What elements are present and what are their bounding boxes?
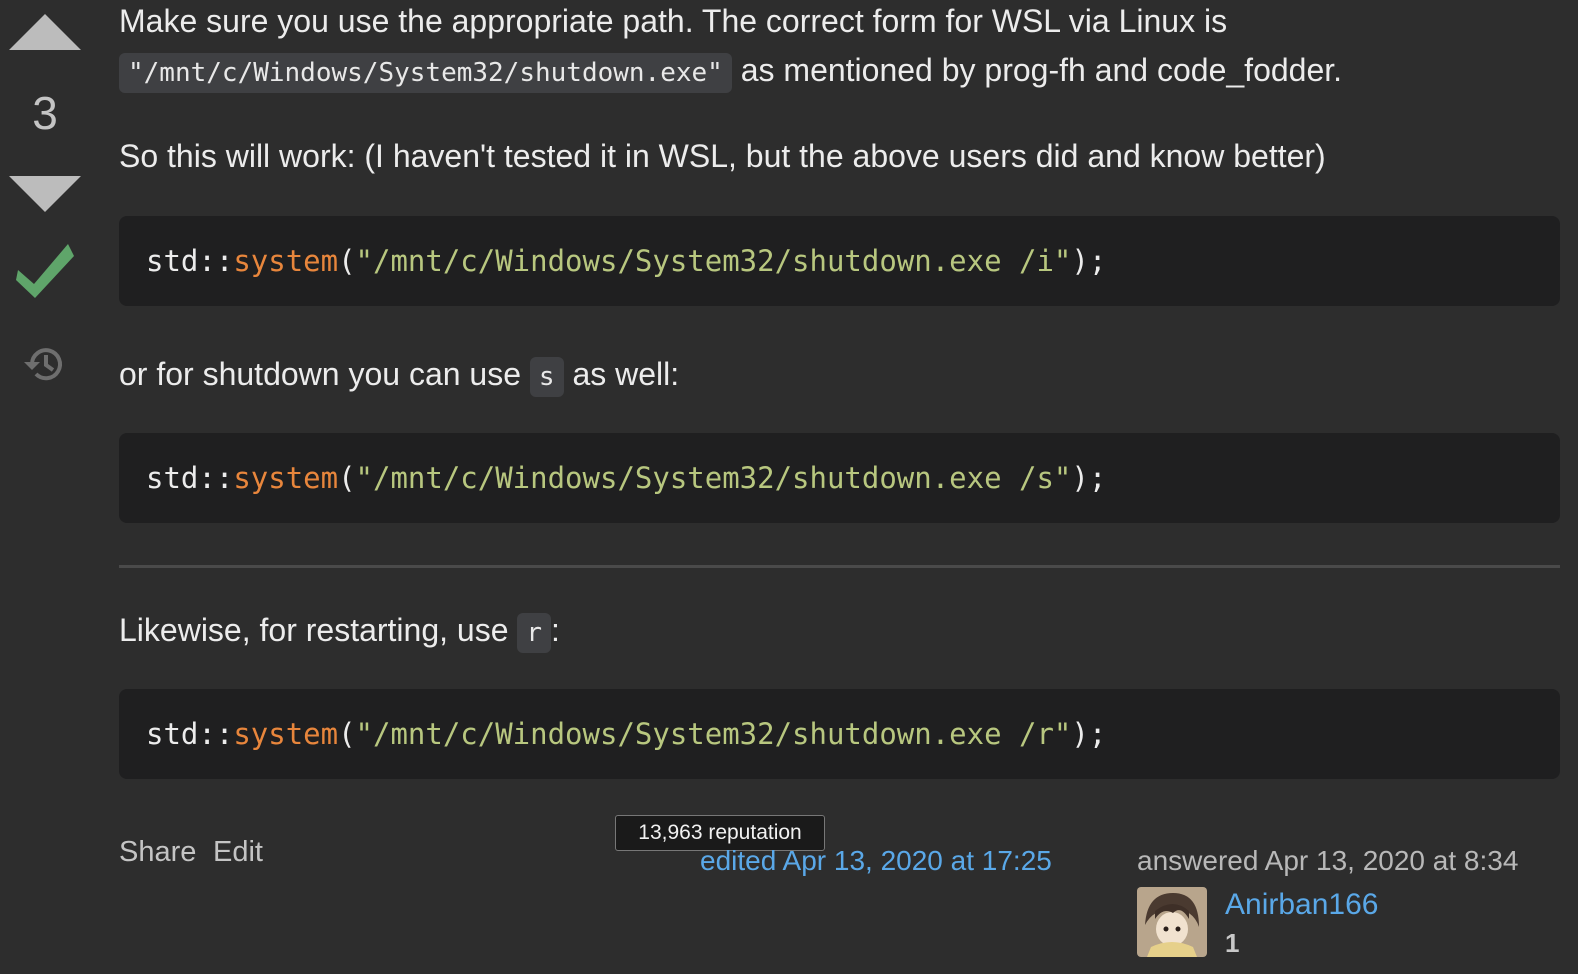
paragraph-text: : (551, 612, 560, 648)
paragraph-text: or for shutdown you can use (119, 356, 530, 392)
code-block-info: std::system("/mnt/c/Windows/System32/shu… (119, 216, 1560, 306)
code-paren: ( (338, 244, 356, 278)
inline-code-path: "/mnt/c/Windows/System32/shutdown.exe" (119, 53, 732, 93)
code-paren: ( (338, 461, 356, 495)
answered-timestamp: answered Apr 13, 2020 at 8:34 (1137, 845, 1519, 876)
code-function: system (233, 244, 339, 278)
edited-timestamp-link[interactable]: edited Apr 13, 2020 at 17:25 (700, 845, 1052, 877)
code-namespace: std:: (146, 461, 234, 495)
vote-count: 3 (32, 87, 58, 139)
paragraph-text: Likewise, for restarting, use (119, 612, 518, 648)
vote-cell: 3 (0, 0, 90, 974)
inline-code-r: r (517, 613, 552, 653)
paragraph-shutdown: or for shutdown you can use s as well: (119, 350, 1560, 402)
code-namespace: std:: (146, 244, 234, 278)
reputation-score: 1 (1225, 928, 1240, 958)
code-string: "/mnt/c/Windows/System32/shutdown.exe /s… (355, 461, 1072, 495)
paragraph-text: as mentioned by prog-fh and code_fodder. (731, 52, 1343, 88)
horizontal-divider (119, 565, 1560, 568)
code-namespace: std:: (146, 717, 234, 751)
code-paren: ( (338, 717, 356, 751)
downvote-arrow-icon[interactable] (9, 176, 81, 212)
share-link[interactable]: Share (119, 836, 196, 869)
upvote-arrow-icon[interactable] (9, 14, 81, 50)
paragraph-text: Make sure you use the appropriate path. … (119, 3, 1228, 39)
edit-link[interactable]: Edit (213, 836, 263, 869)
code-close: ); (1071, 717, 1107, 751)
paragraph-restart: Likewise, for restarting, use r: (119, 606, 1560, 658)
code-block-shutdown: std::system("/mnt/c/Windows/System32/shu… (119, 433, 1560, 523)
code-close: ); (1071, 461, 1107, 495)
username-link[interactable]: Anirban166 (1225, 888, 1378, 922)
code-string: "/mnt/c/Windows/System32/shutdown.exe /r… (355, 717, 1072, 751)
inline-code-s: s (529, 357, 564, 397)
accepted-checkmark-icon (16, 244, 74, 298)
history-clock-icon[interactable] (20, 340, 68, 388)
paragraph-will-work: So this will work: (I haven't tested it … (119, 138, 1326, 174)
code-function: system (233, 461, 339, 495)
user-avatar-icon (1137, 887, 1207, 957)
code-block-restart: std::system("/mnt/c/Windows/System32/shu… (119, 689, 1560, 779)
paragraph-path-note: Make sure you use the appropriate path. … (119, 0, 1560, 98)
code-string: "/mnt/c/Windows/System32/shutdown.exe /i… (355, 244, 1072, 278)
paragraph-text: as well: (563, 356, 680, 392)
code-function: system (233, 717, 339, 751)
code-close: ); (1071, 244, 1107, 278)
avatar[interactable] (1137, 887, 1207, 957)
